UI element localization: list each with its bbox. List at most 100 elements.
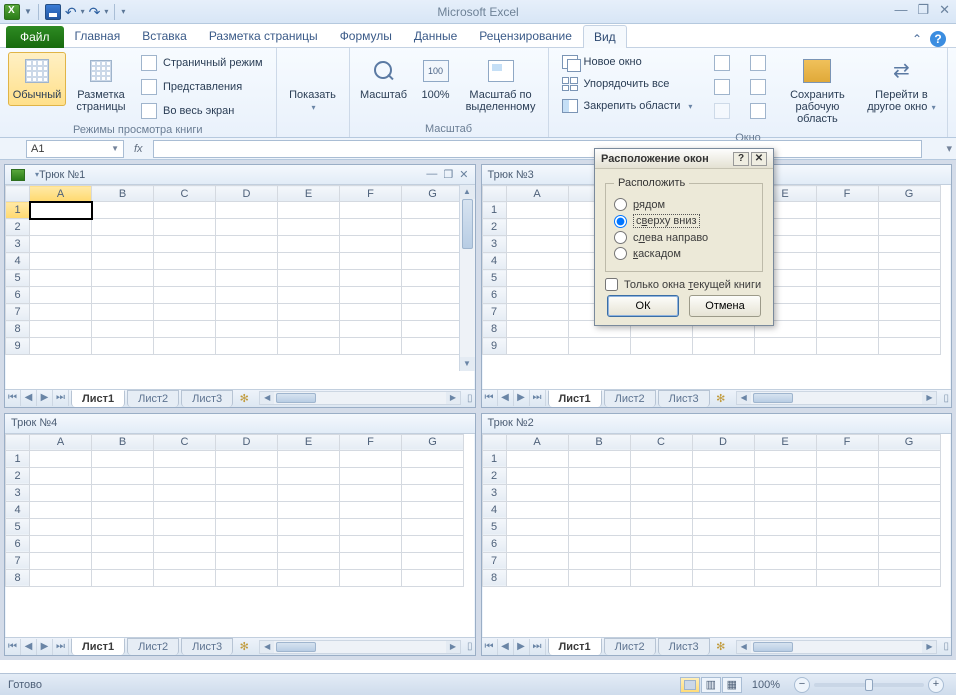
cell[interactable] (92, 202, 154, 219)
cell[interactable] (278, 253, 340, 270)
fx-icon[interactable]: fx (134, 143, 143, 155)
name-box[interactable]: A1 ▼ (26, 140, 124, 158)
cell[interactable] (878, 338, 940, 355)
cell[interactable] (340, 304, 402, 321)
cell[interactable] (816, 467, 878, 484)
tab-Разметка страницы[interactable]: Разметка страницы (198, 24, 329, 47)
cell[interactable] (340, 219, 402, 236)
spreadsheet-grid[interactable]: ABCDEFG12345678 (5, 434, 475, 638)
cell[interactable] (154, 304, 216, 321)
wb-min-button[interactable]: — (426, 168, 437, 181)
show-button[interactable]: Показать▾ (285, 52, 341, 119)
arrange-option-horizontal[interactable]: сверху вниз (614, 214, 754, 228)
cell[interactable] (402, 219, 464, 236)
zoom-to-selection-button[interactable]: Масштаб по выделенному (462, 52, 540, 118)
row-header[interactable]: 5 (6, 270, 30, 287)
new-sheet-button[interactable]: ✻ (710, 392, 732, 405)
col-header[interactable]: A (506, 186, 568, 202)
cell[interactable] (878, 569, 940, 586)
switch-windows-button[interactable]: ⇄ Перейти в другое окно ▾ (863, 52, 939, 119)
cell[interactable] (30, 535, 92, 552)
cell[interactable] (568, 450, 630, 467)
name-box-drop-icon[interactable]: ▼ (111, 144, 119, 153)
tab-Рецензирование[interactable]: Рецензирование (468, 24, 583, 47)
cell[interactable] (568, 518, 630, 535)
cell[interactable] (92, 321, 154, 338)
workbook-icon[interactable] (11, 169, 25, 181)
col-header[interactable]: B (568, 434, 630, 450)
cell[interactable] (154, 501, 216, 518)
cell[interactable] (30, 450, 92, 467)
current-workbook-checkbox-row[interactable]: Только окна текущей книги (605, 278, 763, 291)
row-header[interactable]: 7 (482, 552, 506, 569)
cell[interactable] (278, 270, 340, 287)
dialog-ok-button[interactable]: ОК (607, 295, 679, 317)
wb-close-button[interactable]: ✕ (459, 168, 468, 181)
col-header[interactable]: C (630, 434, 692, 450)
cell[interactable] (878, 219, 940, 236)
cell[interactable] (630, 338, 692, 355)
split-box-icon[interactable]: ▯ (467, 641, 473, 652)
scroll-left-icon[interactable]: ◀ (737, 392, 751, 404)
cell[interactable] (402, 287, 464, 304)
sheet-tab[interactable]: Лист2 (604, 638, 656, 655)
col-header[interactable]: D (216, 186, 278, 202)
cell[interactable] (30, 338, 92, 355)
cell[interactable] (402, 253, 464, 270)
tab-nav-first[interactable]: ⏮ (482, 390, 498, 406)
cell[interactable] (340, 287, 402, 304)
col-header[interactable]: G (402, 186, 464, 202)
cell[interactable] (154, 202, 216, 219)
cell[interactable] (154, 270, 216, 287)
sync-scroll-button[interactable] (745, 76, 771, 98)
redo-icon[interactable]: ↷ (89, 5, 101, 19)
cell[interactable] (506, 304, 568, 321)
undo-icon[interactable]: ↶ (65, 5, 77, 19)
new-window-button[interactable]: Новое окно (557, 52, 698, 72)
cell[interactable] (506, 287, 568, 304)
row-header[interactable]: 3 (482, 236, 506, 253)
statusbar-view-normal[interactable] (680, 677, 700, 693)
minimize-button[interactable]: — (894, 2, 907, 18)
cell[interactable] (692, 518, 754, 535)
cell[interactable] (92, 501, 154, 518)
select-all-corner[interactable] (6, 434, 30, 450)
cell[interactable] (278, 450, 340, 467)
excel-icon[interactable] (4, 4, 20, 20)
cell[interactable] (816, 270, 878, 287)
cell[interactable] (506, 253, 568, 270)
undo-drop[interactable]: ▾ (81, 7, 85, 16)
cell[interactable] (278, 467, 340, 484)
cell[interactable] (816, 569, 878, 586)
row-header[interactable]: 3 (6, 484, 30, 501)
cell[interactable] (878, 253, 940, 270)
cell[interactable] (816, 219, 878, 236)
tab-nav-first[interactable]: ⏮ (5, 390, 21, 406)
cell[interactable] (216, 202, 278, 219)
row-header[interactable]: 2 (482, 467, 506, 484)
cell[interactable] (692, 450, 754, 467)
cell[interactable] (216, 569, 278, 586)
help-icon[interactable]: ? (930, 31, 946, 47)
row-header[interactable]: 6 (6, 287, 30, 304)
tab-nav-first[interactable]: ⏮ (5, 639, 21, 655)
cell[interactable] (630, 484, 692, 501)
cell[interactable] (630, 569, 692, 586)
tab-Главная[interactable]: Главная (64, 24, 132, 47)
cell[interactable] (154, 287, 216, 304)
zoom-100-button[interactable]: 100 100% (416, 52, 456, 106)
cell[interactable] (568, 484, 630, 501)
select-all-corner[interactable] (6, 186, 30, 202)
cell[interactable] (340, 535, 402, 552)
view-normal-button[interactable]: Обычный (8, 52, 66, 106)
cell[interactable] (154, 321, 216, 338)
scroll-left-icon[interactable]: ◀ (737, 641, 751, 653)
sheet-tab[interactable]: Лист2 (127, 638, 179, 655)
cell[interactable] (878, 467, 940, 484)
formula-input[interactable] (153, 140, 923, 158)
cell[interactable] (92, 270, 154, 287)
col-header[interactable]: A (30, 434, 92, 450)
cell[interactable] (340, 484, 402, 501)
cell[interactable] (278, 535, 340, 552)
cell[interactable] (816, 450, 878, 467)
